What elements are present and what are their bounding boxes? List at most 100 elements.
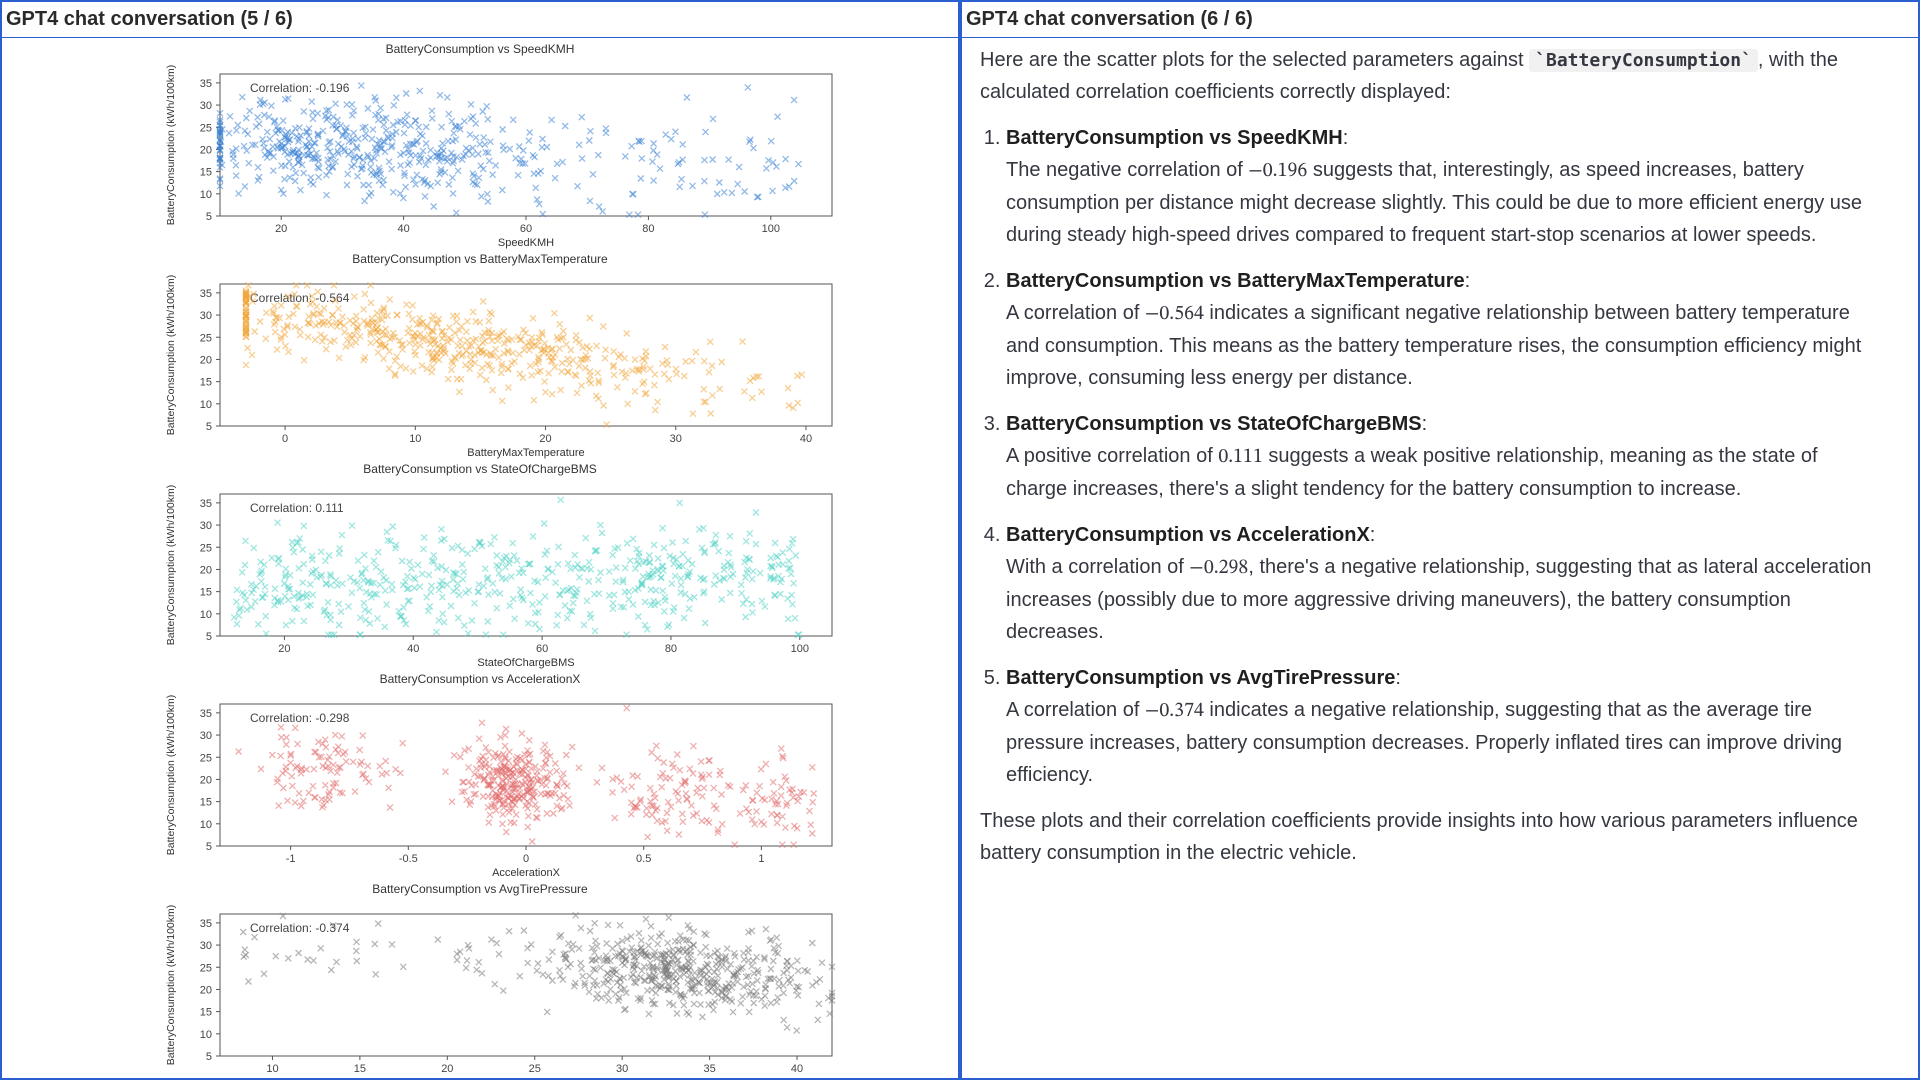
analysis-item-title: BatteryConsumption vs AccelerationX xyxy=(1006,524,1370,546)
svg-text:20: 20 xyxy=(441,1063,453,1075)
svg-text:20: 20 xyxy=(200,774,212,786)
right-panel-body: Here are the scatter plots for the selec… xyxy=(962,38,1918,1078)
svg-text:20: 20 xyxy=(275,223,287,235)
correlation-value: 0.111 xyxy=(1218,447,1263,467)
scatter-chart: BatteryConsumption vs AvgTirePressure 10 1… xyxy=(10,882,950,1078)
svg-text:15: 15 xyxy=(200,587,212,599)
svg-text:30: 30 xyxy=(670,433,682,445)
analysis-item: BatteryConsumption vs AvgTirePressure:A … xyxy=(1006,662,1884,791)
svg-text:20: 20 xyxy=(200,984,212,996)
analysis-item-title: BatteryConsumption vs StateOfChargeBMS xyxy=(1006,413,1422,435)
svg-text:0.5: 0.5 xyxy=(636,853,651,865)
svg-text:BatteryMaxTemperature: BatteryMaxTemperature xyxy=(467,447,584,459)
svg-text:10: 10 xyxy=(200,1029,212,1041)
svg-text:5: 5 xyxy=(206,211,212,223)
svg-text:BatteryConsumption (kWh/100km): BatteryConsumption (kWh/100km) xyxy=(165,695,177,855)
svg-text:40: 40 xyxy=(397,223,409,235)
svg-text:5: 5 xyxy=(206,421,212,433)
svg-text:StateOfChargeBMS: StateOfChargeBMS xyxy=(477,657,574,669)
intro-paragraph: Here are the scatter plots for the selec… xyxy=(980,44,1884,108)
svg-text:Correlation: -0.374: Correlation: -0.374 xyxy=(250,921,350,935)
svg-text:35: 35 xyxy=(703,1063,715,1075)
svg-text:0: 0 xyxy=(523,853,529,865)
svg-text:0: 0 xyxy=(282,433,288,445)
svg-text:25: 25 xyxy=(200,542,212,554)
analysis-item-title: BatteryConsumption vs AvgTirePressure xyxy=(1006,667,1395,689)
svg-text:30: 30 xyxy=(200,940,212,952)
chart-title: BatteryConsumption vs AccelerationX xyxy=(10,672,950,686)
svg-text:BatteryConsumption (kWh/100km): BatteryConsumption (kWh/100km) xyxy=(165,65,177,225)
svg-text:35: 35 xyxy=(200,918,212,930)
correlation-value: −0.374 xyxy=(1145,701,1204,721)
analysis-body-pre: A positive correlation of xyxy=(1006,445,1218,467)
svg-text:5: 5 xyxy=(206,841,212,853)
analysis-body-pre: A correlation of xyxy=(1006,302,1145,324)
chart-title: BatteryConsumption vs AvgTirePressure xyxy=(10,882,950,896)
analysis-body-pre: A correlation of xyxy=(1006,699,1145,721)
svg-text:30: 30 xyxy=(200,100,212,112)
svg-text:40: 40 xyxy=(791,1063,803,1075)
svg-text:25: 25 xyxy=(200,962,212,974)
right-panel-title: GPT4 chat conversation (6 / 6) xyxy=(962,2,1918,38)
svg-text:100: 100 xyxy=(762,223,780,235)
svg-text:25: 25 xyxy=(200,752,212,764)
svg-text:-0.5: -0.5 xyxy=(399,853,418,865)
svg-text:25: 25 xyxy=(529,1063,541,1075)
svg-text:BatteryConsumption (kWh/100km): BatteryConsumption (kWh/100km) xyxy=(165,485,177,645)
scatter-chart: BatteryConsumption vs SpeedKMH 20 40 60 80 10… xyxy=(10,42,950,250)
scatter-plot-svg: -1-0.500.515101520253035AccelerationXBat… xyxy=(110,688,850,880)
svg-text:-1: -1 xyxy=(286,853,296,865)
svg-text:40: 40 xyxy=(800,433,812,445)
analysis-item: BatteryConsumption vs AccelerationX:With… xyxy=(1006,519,1884,648)
outro-paragraph: These plots and their correlation coeffi… xyxy=(980,805,1884,869)
chart-title: BatteryConsumption vs SpeedKMH xyxy=(10,42,950,56)
svg-text:20: 20 xyxy=(539,433,551,445)
svg-text:30: 30 xyxy=(200,310,212,322)
scatter-chart-stack: BatteryConsumption vs SpeedKMH2040608010… xyxy=(10,42,950,1078)
svg-text:35: 35 xyxy=(200,708,212,720)
svg-text:10: 10 xyxy=(200,189,212,201)
svg-text:30: 30 xyxy=(616,1063,628,1075)
svg-text:60: 60 xyxy=(520,223,532,235)
svg-text:AccelerationX: AccelerationX xyxy=(492,867,561,879)
intro-pre: Here are the scatter plots for the selec… xyxy=(980,49,1529,71)
svg-text:25: 25 xyxy=(200,122,212,134)
svg-text:30: 30 xyxy=(200,730,212,742)
correlation-value: −0.564 xyxy=(1145,304,1204,324)
scatter-plot-svg: 204060801005101520253035StateOfChargeBMS… xyxy=(110,478,850,670)
svg-text:BatteryConsumption (kWh/100km): BatteryConsumption (kWh/100km) xyxy=(165,275,177,435)
svg-text:SpeedKMH: SpeedKMH xyxy=(498,237,554,249)
svg-text:AvgTirePressure: AvgTirePressure xyxy=(485,1077,566,1078)
svg-text:10: 10 xyxy=(200,819,212,831)
svg-text:1: 1 xyxy=(758,853,764,865)
svg-text:100: 100 xyxy=(791,643,809,655)
svg-text:15: 15 xyxy=(200,1007,212,1019)
svg-text:20: 20 xyxy=(200,564,212,576)
svg-text:10: 10 xyxy=(266,1063,278,1075)
svg-text:80: 80 xyxy=(642,223,654,235)
svg-text:20: 20 xyxy=(200,144,212,156)
svg-text:20: 20 xyxy=(278,643,290,655)
svg-text:15: 15 xyxy=(354,1063,366,1075)
svg-text:60: 60 xyxy=(536,643,548,655)
analysis-list: BatteryConsumption vs SpeedKMH:The negat… xyxy=(980,122,1884,791)
svg-text:Correlation: 0.111: Correlation: 0.111 xyxy=(250,501,344,515)
svg-text:35: 35 xyxy=(200,498,212,510)
svg-text:25: 25 xyxy=(200,332,212,344)
left-panel: GPT4 chat conversation (5 / 6) BatteryCo… xyxy=(0,0,960,1080)
scatter-plot-svg: 101520253035405101520253035AvgTirePressu… xyxy=(110,898,850,1078)
chart-title: BatteryConsumption vs StateOfChargeBMS xyxy=(10,462,950,476)
analysis-item-title: BatteryConsumption vs BatteryMaxTemperat… xyxy=(1006,270,1465,292)
left-panel-title: GPT4 chat conversation (5 / 6) xyxy=(2,2,958,38)
svg-text:10: 10 xyxy=(200,609,212,621)
svg-text:Correlation: -0.564: Correlation: -0.564 xyxy=(250,291,350,305)
scatter-chart: BatteryConsumption vs AccelerationX -1 -0.… xyxy=(10,672,950,880)
svg-text:35: 35 xyxy=(200,288,212,300)
svg-text:5: 5 xyxy=(206,631,212,643)
analysis-item: BatteryConsumption vs SpeedKMH:The negat… xyxy=(1006,122,1884,251)
right-panel: GPT4 chat conversation (6 / 6) Here are … xyxy=(960,0,1920,1080)
analysis-body-pre: With a correlation of xyxy=(1006,556,1189,578)
svg-text:Correlation: -0.298: Correlation: -0.298 xyxy=(250,711,350,725)
analysis-body-pre: The negative correlation of xyxy=(1006,159,1248,181)
svg-text:Correlation: -0.196: Correlation: -0.196 xyxy=(250,81,350,95)
